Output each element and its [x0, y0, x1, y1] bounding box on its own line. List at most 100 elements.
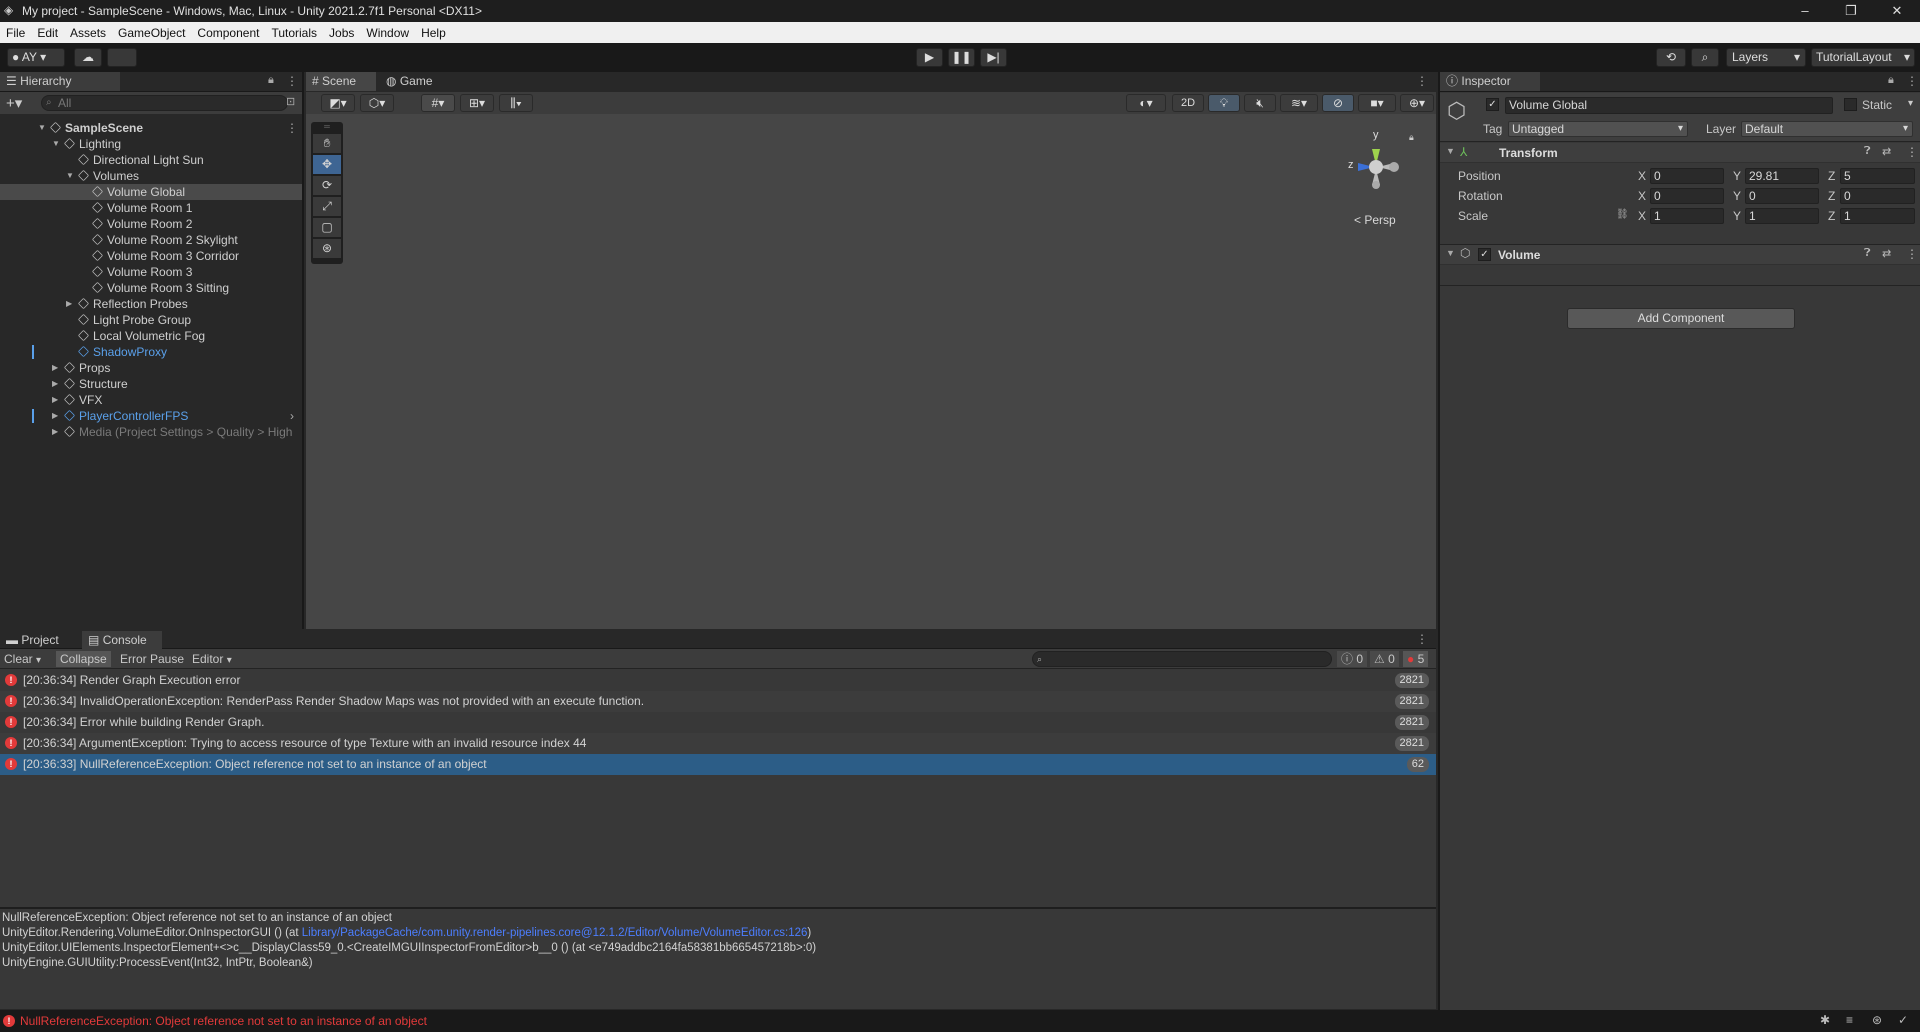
menu-component[interactable]: Component	[191, 26, 265, 40]
grid-snap-button[interactable]: #▾	[421, 94, 455, 112]
lighting-toggle[interactable]: 💡︎	[1208, 94, 1240, 112]
chevron-right-icon[interactable]: ›	[290, 408, 294, 424]
hidden-objects-toggle[interactable]: ⊘	[1322, 94, 1354, 112]
move-tool-button[interactable]: ✥	[313, 155, 341, 174]
history-button[interactable]: ⟲	[1656, 48, 1686, 67]
chevron-down-icon[interactable]: ▾	[36, 655, 41, 666]
scale-x-field[interactable]: 1	[1650, 208, 1724, 224]
hierarchy-item[interactable]: ▶ Props	[0, 360, 302, 376]
more-options-icon[interactable]: ⋮	[286, 120, 298, 136]
position-y-field[interactable]: 29.81	[1745, 168, 1819, 184]
status-message[interactable]: NullReferenceException: Object reference…	[20, 1014, 427, 1028]
hierarchy-item[interactable]: ▶ Structure	[0, 376, 302, 392]
account-dropdown[interactable]: ● AY ▾	[7, 48, 65, 67]
hierarchy-item[interactable]: Local Volumetric Fog	[0, 328, 302, 344]
menu-edit[interactable]: Edit	[31, 26, 64, 40]
constrain-proportions-icon[interactable]: ⛓︎	[1616, 209, 1629, 220]
foldout-arrow-icon[interactable]: ▼	[1446, 248, 1455, 258]
search-button[interactable]: ⌕	[1691, 48, 1719, 67]
menu-help[interactable]: Help	[415, 26, 452, 40]
hierarchy-item[interactable]: Volume Room 3	[0, 264, 302, 280]
layout-dropdown[interactable]: TutorialLayout ▾	[1811, 48, 1915, 67]
tab-hierarchy[interactable]: ☰ Hierarchy	[0, 72, 120, 91]
position-z-field[interactable]: 5	[1840, 168, 1915, 184]
foldout-arrow-icon[interactable]: ▼	[1446, 146, 1455, 156]
hierarchy-item[interactable]: ▼ Lighting	[0, 136, 302, 152]
hierarchy-item[interactable]: Volume Room 1	[0, 200, 302, 216]
console-log-row[interactable]: ! [20:36:34] ArgumentException: Trying to…	[0, 733, 1436, 754]
hierarchy-item[interactable]: Volume Room 2 Skylight	[0, 232, 302, 248]
tab-project[interactable]: ▬ Project	[0, 631, 80, 649]
console-log-row[interactable]: ! [20:36:33] NullReferenceException: Obje…	[0, 754, 1436, 775]
menu-window[interactable]: Window	[360, 26, 415, 40]
add-object-button[interactable]: +▾	[6, 94, 22, 112]
volume-header[interactable]: ▼ ⬡ ✓ Volume ❓︎ ⇄ ⋮	[1440, 245, 1920, 265]
menu-jobs[interactable]: Jobs	[323, 26, 360, 40]
scene-search-icon[interactable]: ⊡	[286, 95, 295, 108]
hand-tool-button[interactable]: ✋︎	[313, 134, 341, 153]
2d-toggle[interactable]: 2D	[1172, 94, 1204, 112]
static-checkbox[interactable]	[1844, 98, 1857, 111]
foldout-arrow-icon[interactable]: ▶	[66, 296, 76, 312]
console-log-row[interactable]: ! [20:36:34] Render Graph Execution error…	[0, 670, 1436, 691]
stack-trace-link[interactable]: Library/PackageCache/com.unity.render-pi…	[302, 927, 808, 939]
more-options-icon[interactable]: ⋮	[286, 74, 298, 88]
clear-button[interactable]: Clear ▾	[4, 651, 41, 667]
preset-icon[interactable]: ⇄	[1882, 145, 1891, 158]
scale-y-field[interactable]: 1	[1745, 208, 1819, 224]
foldout-arrow-icon[interactable]: ▶	[52, 408, 62, 424]
foldout-arrow-icon[interactable]: ▶	[52, 392, 62, 408]
preset-icon[interactable]: ⇄	[1882, 247, 1891, 260]
console-log-row[interactable]: ! [20:36:34] Error while building Render …	[0, 712, 1436, 733]
hierarchy-item[interactable]: Directional Light Sun	[0, 152, 302, 168]
gizmo-lock-icon[interactable]: 🔒︎	[1409, 132, 1414, 143]
error-count-toggle[interactable]: ● 5	[1403, 651, 1429, 667]
tab-game[interactable]: ◍ Game	[380, 72, 446, 91]
position-x-field[interactable]: 0	[1650, 168, 1724, 184]
hierarchy-item[interactable]: Volume Room 2	[0, 216, 302, 232]
align-button[interactable]: ⫼▾	[499, 94, 533, 112]
error-pause-toggle[interactable]: Error Pause	[120, 651, 184, 667]
auto-generate-lighting-icon[interactable]: ⊛	[1872, 1013, 1882, 1027]
more-options-icon[interactable]: ⋮	[1906, 145, 1918, 159]
editor-dropdown[interactable]: Editor ▾	[192, 651, 232, 667]
hierarchy-item[interactable]: ▶ PlayerControllerFPS ›	[0, 408, 302, 424]
tag-dropdown[interactable]: Untagged ▾	[1508, 121, 1688, 137]
foldout-arrow-icon[interactable]: ▼	[66, 168, 76, 184]
hierarchy-item[interactable]: ShadowProxy	[0, 344, 302, 360]
rotation-z-field[interactable]: 0	[1840, 188, 1915, 204]
gizmos-dropdown[interactable]: ⊕▾	[1400, 94, 1434, 112]
chevron-down-icon[interactable]: ▾	[1908, 98, 1913, 109]
audio-toggle[interactable]: 🔇︎	[1244, 94, 1276, 112]
foldout-arrow-icon[interactable]: ▶	[52, 424, 62, 440]
rotation-x-field[interactable]: 0	[1650, 188, 1724, 204]
palette-handle[interactable]: ═	[311, 122, 343, 132]
add-component-button[interactable]: Add Component	[1567, 308, 1795, 329]
layer-dropdown[interactable]: Default ▾	[1741, 121, 1913, 137]
transform-tool-button[interactable]: ⊛	[313, 239, 341, 258]
tab-inspector[interactable]: ⓘ Inspector	[1440, 72, 1540, 91]
close-button[interactable]: ✕	[1874, 0, 1920, 22]
camera-dropdown[interactable]: ■▾	[1358, 94, 1396, 112]
scale-z-field[interactable]: 1	[1840, 208, 1915, 224]
render-mode-button[interactable]: ⬡▾	[360, 94, 394, 112]
hierarchy-item[interactable]: Light Probe Group	[0, 312, 302, 328]
hierarchy-item[interactable]: ▶ Media (Project Settings > Quality > Hig…	[0, 424, 302, 440]
pause-button[interactable]: ❚❚	[948, 48, 975, 67]
progress-check-icon[interactable]: ✓	[1898, 1013, 1908, 1027]
gameobject-cube-icon[interactable]: ⬡	[1447, 98, 1466, 124]
warning-count-toggle[interactable]: ⚠ 0	[1370, 651, 1399, 667]
hierarchy-item[interactable]: ▼ Volumes	[0, 168, 302, 184]
active-checkbox[interactable]: ✓	[1486, 98, 1499, 111]
cloud-button[interactable]: ☁	[74, 48, 102, 67]
transform-header[interactable]: ▼ ⅄ Transform ❓︎ ⇄ ⋮	[1440, 143, 1920, 163]
minimize-button[interactable]: –	[1782, 0, 1828, 22]
rect-tool-button[interactable]: ▢	[313, 218, 341, 237]
play-button[interactable]: ▶	[916, 48, 943, 67]
tab-console[interactable]: ▤ Console	[82, 631, 162, 649]
name-field[interactable]: Volume Global	[1505, 97, 1833, 114]
console-log-row[interactable]: ! [20:36:34] InvalidOperationException: R…	[0, 691, 1436, 712]
more-options-icon[interactable]: ⋮	[1416, 74, 1428, 88]
snap-increment-button[interactable]: ⊞▾	[460, 94, 494, 112]
hierarchy-item[interactable]: Volume Room 3 Sitting	[0, 280, 302, 296]
